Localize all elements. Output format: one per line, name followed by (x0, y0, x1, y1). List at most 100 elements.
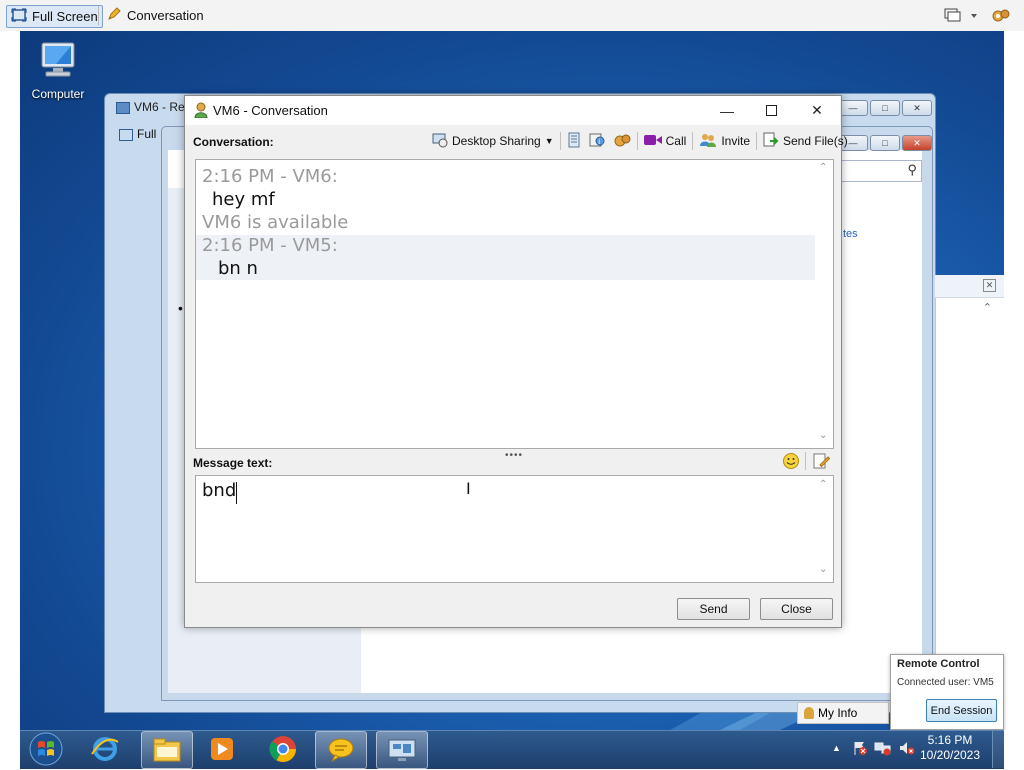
history-line: hey mf (212, 189, 275, 210)
folder-icon (153, 738, 181, 762)
connected-user-text: Connected user: VM5 (897, 677, 994, 688)
background-search-field[interactable]: ⚲ (840, 160, 922, 182)
window-app-icon (116, 101, 130, 114)
group-settings-button[interactable] (609, 132, 635, 151)
search-icon: ⚲ (907, 162, 917, 177)
background-full-screen-button[interactable]: Full (119, 127, 156, 141)
my-info-button[interactable]: My Info (797, 702, 889, 724)
ibeam-cursor-icon: Ⅰ (466, 481, 471, 498)
gear-people-icon (992, 9, 1010, 22)
taskbar-clock[interactable]: 5:16 PM 10/20/2023 (910, 733, 990, 763)
conversation-toolbar: Desktop Sharing ▼ i Call Invite Send Fil… (428, 130, 852, 152)
history-line: 2:16 PM - VM5: (202, 235, 338, 256)
message-input[interactable] (195, 475, 834, 583)
svg-text:i: i (598, 138, 600, 146)
contact-info-button[interactable]: i (585, 132, 609, 151)
clock-time: 5:16 PM (927, 733, 973, 747)
toolbar-separator (692, 132, 694, 150)
right-frame-bottom (1004, 730, 1024, 768)
start-button[interactable] (27, 731, 65, 770)
message-input-value: bnd (202, 480, 237, 501)
send-files-button[interactable]: Send File(s) (759, 132, 852, 151)
taskbar-chrome[interactable] (258, 731, 308, 767)
edit-note-icon (813, 453, 831, 469)
end-session-button[interactable]: End Session (926, 699, 997, 722)
emoticon-button[interactable] (782, 452, 800, 473)
scroll-up-arrow[interactable]: ⌃ (819, 479, 827, 490)
action-center-flag-icon[interactable] (852, 740, 868, 759)
close-button[interactable]: ✕ (902, 100, 932, 116)
format-text-button[interactable] (812, 452, 831, 473)
conversation-tab-button[interactable]: Conversation (106, 5, 204, 26)
maximize-button[interactable] (748, 96, 794, 125)
computer-desktop-icon[interactable] (36, 41, 80, 79)
background-window2-caption-buttons: — □ ✕ (838, 135, 932, 151)
show-hidden-icons-button[interactable]: ▲ (832, 743, 841, 753)
background-link-fragment[interactable]: tes (843, 228, 858, 240)
close-button[interactable]: ✕ (794, 96, 840, 125)
invite-users-icon (699, 132, 717, 151)
maximize-icon (765, 105, 777, 116)
conversation-history[interactable] (195, 159, 834, 449)
chevron-up-icon[interactable]: ⌃ (983, 301, 992, 314)
background-side-panel (935, 275, 1005, 695)
remote-toolbar: Full Screen Conversation (0, 0, 1024, 32)
close-dialog-button[interactable]: Close (760, 598, 833, 620)
call-button[interactable]: Call (640, 134, 691, 149)
history-book-icon (567, 132, 581, 151)
conversation-section-label: Conversation: (193, 135, 274, 149)
left-frame-bottom (0, 730, 20, 768)
contact-card-icon: i (589, 132, 605, 151)
dropdown-arrow-icon: ▼ (544, 136, 554, 146)
taskbar-media-player[interactable] (197, 731, 247, 767)
minimize-button[interactable]: — (704, 96, 750, 125)
media-player-icon (211, 738, 233, 760)
taskbar-remote-desktop[interactable] (376, 731, 428, 769)
history-button[interactable] (563, 132, 585, 151)
maximize-button[interactable]: □ (870, 100, 900, 116)
remote-control-title: Remote Control (897, 658, 980, 670)
scroll-up-arrow[interactable]: ⌃ (819, 162, 827, 173)
taskbar-conversation-app[interactable] (315, 731, 367, 769)
gear-people-icon (613, 132, 631, 151)
scroll-down-arrow[interactable]: ⌄ (819, 430, 827, 441)
history-line: bn n (218, 258, 258, 279)
smiley-icon (783, 453, 799, 469)
computer-icon (41, 42, 75, 77)
computer-icon-label: Computer (31, 87, 85, 101)
full-screen-icon (11, 8, 27, 25)
background-window-title: VM6 - Rem (116, 100, 195, 114)
invite-button[interactable]: Invite (695, 132, 754, 151)
internet-explorer-icon (91, 737, 119, 761)
settings-button[interactable] (990, 6, 1012, 29)
desktop-sharing-button[interactable]: Desktop Sharing ▼ (428, 132, 558, 151)
message-text-label: Message text: (193, 456, 273, 470)
maximize-button[interactable]: □ (870, 135, 900, 151)
scroll-down-arrow[interactable]: ⌄ (819, 564, 827, 575)
close-button[interactable]: ✕ (902, 135, 932, 151)
taskbar-file-explorer[interactable] (141, 731, 193, 769)
show-desktop-button[interactable] (992, 731, 1005, 768)
clock-date: 10/20/2023 (919, 748, 981, 762)
taskbar-internet-explorer[interactable] (80, 731, 130, 767)
network-icon[interactable] (874, 740, 892, 759)
minimize-button[interactable]: — (838, 100, 868, 116)
full-screen-icon (119, 128, 133, 141)
conversation-label: Conversation (127, 8, 204, 23)
person-icon (804, 707, 814, 719)
pane-splitter[interactable]: •••• (505, 450, 523, 461)
send-file-icon (763, 132, 779, 151)
right-frame (1004, 31, 1024, 730)
close-icon: ✕ (811, 102, 823, 118)
video-camera-icon (643, 134, 662, 149)
send-button[interactable]: Send (677, 598, 750, 620)
history-line: 2:16 PM - VM6: (202, 166, 338, 187)
background-side-panel-header: ✕ ⌃ (935, 275, 1004, 314)
monitor-icon (944, 8, 977, 22)
history-line: VM6 is available (202, 212, 349, 233)
remote-desktop-icon (388, 739, 416, 761)
monitor-dropdown-button[interactable] (944, 7, 978, 26)
full-screen-button[interactable]: Full Screen (6, 5, 103, 28)
panel-close-icon[interactable]: ✕ (983, 279, 996, 292)
chrome-icon (269, 736, 297, 763)
